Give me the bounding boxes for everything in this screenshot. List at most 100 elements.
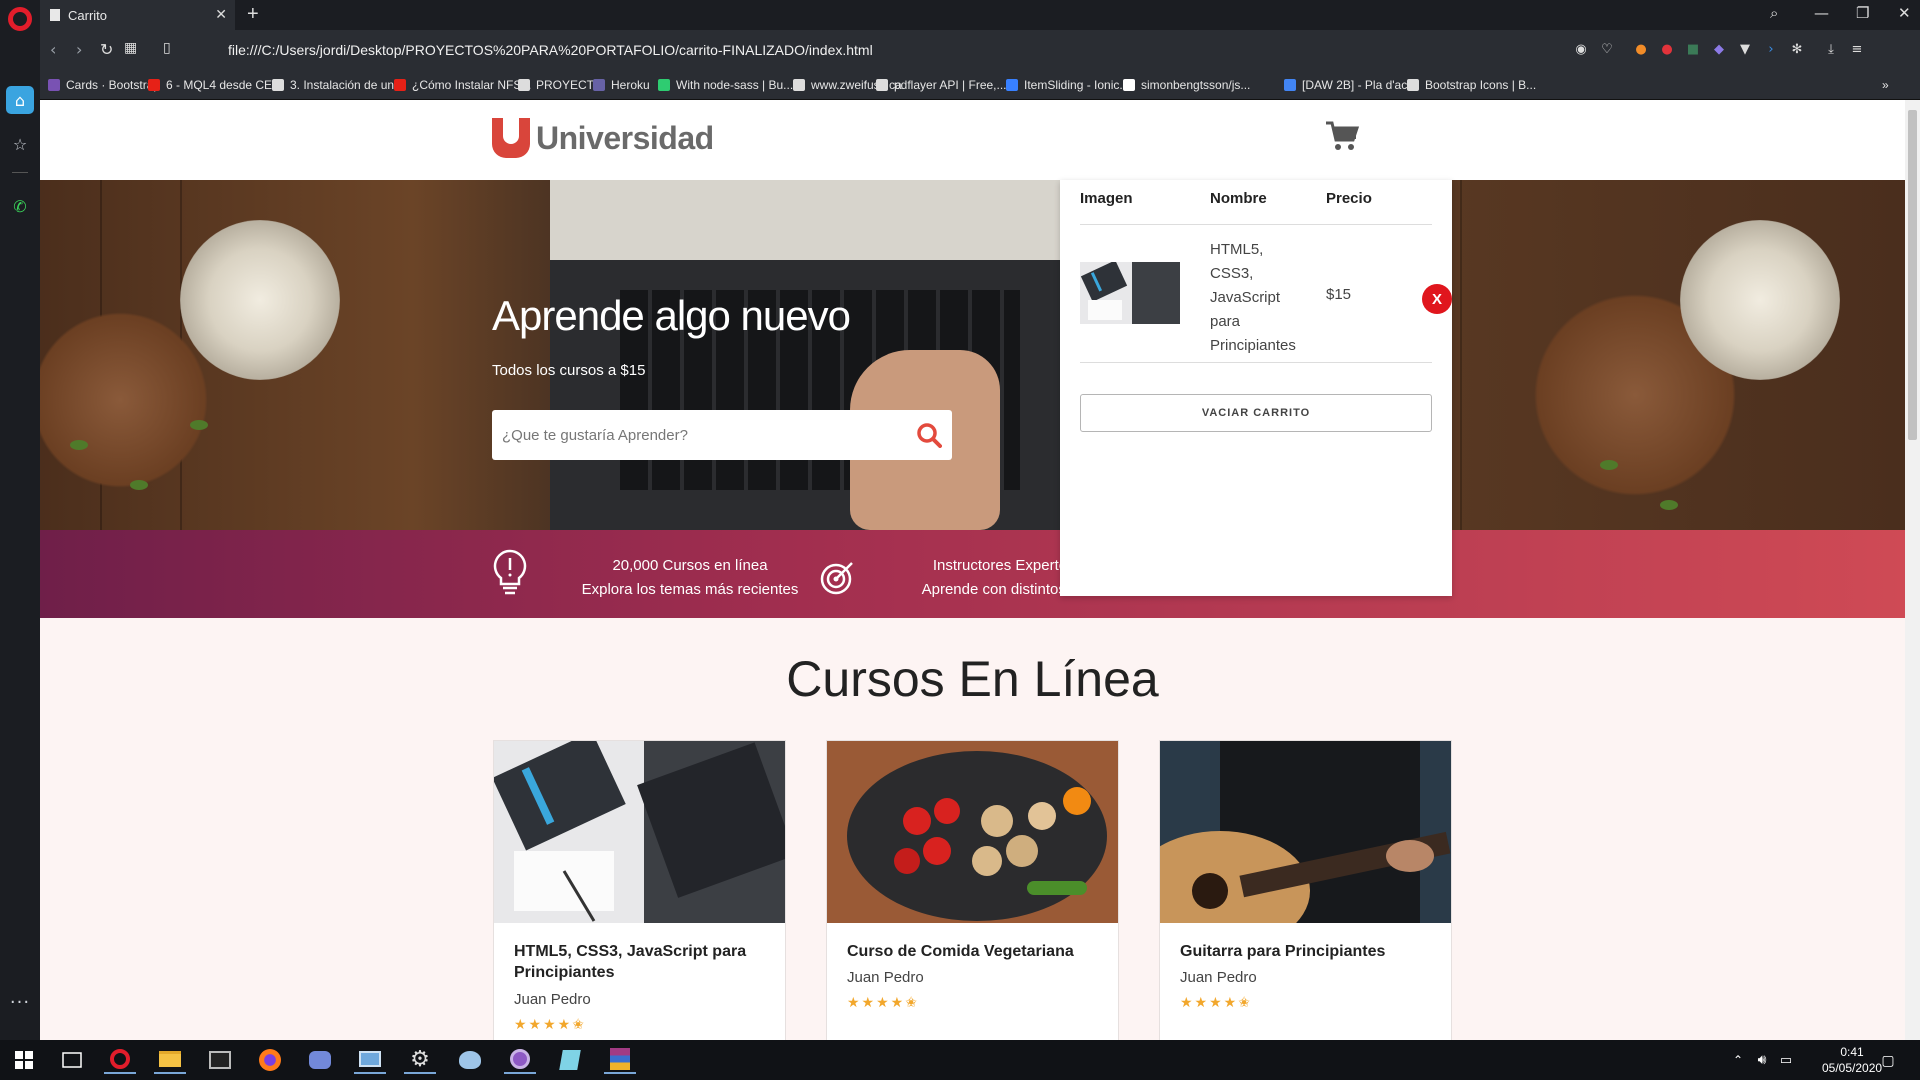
cart-item-name: HTML5, CSS3, JavaScript para Principiant… <box>1210 241 1296 354</box>
course-title: HTML5, CSS3, JavaScript para Principiant… <box>514 943 747 981</box>
opera-logo-icon[interactable] <box>8 7 32 31</box>
course-image-guitar <box>1160 741 1451 923</box>
bookmark-item[interactable]: Heroku <box>593 77 650 93</box>
bookmarks-star-icon[interactable]: ☆ <box>6 130 34 158</box>
download-icon[interactable]: ⤓ <box>1822 40 1840 58</box>
opera-sidebar: ⌂ ☆ ✆ ··· <box>0 0 40 1040</box>
firefox-icon[interactable] <box>254 1046 286 1074</box>
notifications-icon[interactable]: ▢ <box>1872 1046 1904 1074</box>
bookmark-item[interactable]: With node-sass | Bu... <box>658 77 793 93</box>
tab-carrito[interactable]: Carrito ✕ <box>40 0 235 30</box>
extension-orange-icon[interactable]: ● <box>1632 40 1650 58</box>
rating-stars-icon: ★★★★✬ <box>847 995 919 1011</box>
bookmark-item[interactable]: 3. Instalación de un... <box>272 77 404 93</box>
scrollbar-thumb[interactable] <box>1908 110 1917 440</box>
bookmarks-bar: Cards · Bootstrap 6 - MQL4 desde CE... 3. … <box>40 70 1920 100</box>
search-icon[interactable] <box>916 422 942 448</box>
brand-logo[interactable]: Universidad <box>492 118 714 158</box>
extension-purple-icon[interactable]: ◆ <box>1710 40 1728 58</box>
notes-icon[interactable] <box>554 1046 586 1074</box>
features-banner: 20,000 Cursos en línea Explora los temas… <box>40 530 1905 618</box>
hero-subtitle: Todos los cursos a $15 <box>492 362 646 379</box>
minimize-button[interactable]: — <box>1814 4 1829 22</box>
tab-title: Carrito <box>68 7 108 23</box>
course-card[interactable]: Guitarra para Principiantes Juan Pedro ★… <box>1159 740 1452 1040</box>
winrar-icon[interactable] <box>604 1046 636 1074</box>
target-icon <box>820 562 853 595</box>
cart-header-price: Precio <box>1326 190 1372 207</box>
discord-icon[interactable] <box>304 1046 336 1074</box>
bookmark-label: Cards · Bootstrap <box>66 78 161 92</box>
settings-gear-icon[interactable]: ⚙ <box>404 1046 436 1074</box>
url-field[interactable]: file:///C:/Users/jordi/Desktop/PROYECTOS… <box>228 42 873 58</box>
windows-start-icon[interactable] <box>8 1046 40 1074</box>
course-author: Juan Pedro <box>847 969 924 986</box>
bookmarks-more-button[interactable]: » <box>1882 77 1889 93</box>
network-icon[interactable]: ▭ <box>1770 1046 1802 1074</box>
task-view-icon[interactable] <box>56 1046 88 1074</box>
windows-taskbar: ⚙ ⌃ 🔊︎ ▭ 0:41 05/05/2020 ▢ <box>0 1040 1920 1080</box>
bookmark-item[interactable]: 6 - MQL4 desde CE... <box>148 77 282 93</box>
react-icon[interactable]: ✻ <box>1788 40 1806 58</box>
cart-header-image: Imagen <box>1080 190 1133 207</box>
bookmark-item[interactable]: simonbengtsson/js... <box>1123 77 1250 93</box>
bookmark-item[interactable]: pdflayer API | Free,... <box>876 77 1007 93</box>
heroku-icon <box>593 79 605 91</box>
heart-icon[interactable]: ♡ <box>1598 40 1616 58</box>
menu-icon[interactable]: ≡ <box>1848 40 1866 58</box>
course-card[interactable]: Curso de Comida Vegetariana Juan Pedro ★… <box>826 740 1119 1040</box>
bookmark-item[interactable]: Cards · Bootstrap <box>48 77 160 93</box>
file-explorer-icon[interactable] <box>154 1046 186 1074</box>
vue-devtools-icon[interactable]: ▼ <box>1736 40 1754 58</box>
bookmark-label: 6 - MQL4 desde CE... <box>166 78 283 92</box>
page-info-icon[interactable]: ▯ <box>163 40 171 56</box>
restore-button[interactable]: ❐ <box>1856 4 1869 22</box>
home-icon[interactable]: ⌂ <box>6 86 34 114</box>
search-input[interactable] <box>492 410 892 460</box>
page-icon <box>272 79 284 91</box>
course-title: Curso de Comida Vegetariana <box>847 943 1074 960</box>
more-options-icon[interactable]: ··· <box>6 988 34 1016</box>
page-scrollbar[interactable] <box>1905 100 1920 1040</box>
brand-name: Universidad <box>536 119 714 156</box>
close-tab-icon[interactable]: ✕ <box>215 6 227 23</box>
forward-button[interactable]: › <box>76 40 82 59</box>
bookmark-item[interactable]: ItemSliding - Ionic... <box>1006 77 1129 93</box>
cart-header-name: Nombre <box>1210 190 1267 207</box>
sidebar-divider <box>12 172 28 173</box>
bookmark-label: ¿Cómo Instalar NFS... <box>412 78 532 92</box>
snapshot-icon[interactable]: ◉ <box>1572 40 1590 58</box>
leaf-icon <box>658 79 670 91</box>
purple-app-icon[interactable] <box>504 1046 536 1074</box>
search-tabs-icon[interactable]: ⌕ <box>1770 4 1778 22</box>
remove-item-button[interactable]: X <box>1422 284 1452 314</box>
rating-stars-icon: ★★★★✬ <box>514 1017 586 1033</box>
github-icon <box>1123 79 1135 91</box>
terminal-icon[interactable] <box>204 1046 236 1074</box>
hero-title: Aprende algo nuevo <box>492 292 851 339</box>
tabs-grid-icon[interactable]: ▦ <box>124 40 137 56</box>
hero-section: Aprende algo nuevo Todos los cursos a $1… <box>40 180 1905 530</box>
feature-line2: Explora los temas más recientes <box>581 581 799 598</box>
extension-green-icon[interactable]: ■ <box>1684 40 1702 58</box>
opera-taskbar-icon[interactable] <box>104 1046 136 1074</box>
web-page: Universidad Aprende algo nuevo Todos los… <box>40 100 1905 1040</box>
empty-cart-button[interactable]: VACIAR CARRITO <box>1080 394 1432 432</box>
youtube-icon <box>148 79 160 91</box>
shopping-cart-icon[interactable] <box>1324 118 1360 154</box>
reload-button[interactable]: ↻ <box>100 40 113 59</box>
whatsapp-icon[interactable]: ✆ <box>6 192 34 220</box>
remote-desktop-icon[interactable] <box>354 1046 386 1074</box>
cart-dropdown: Imagen Nombre Precio HTML5, CSS3, JavaSc… <box>1060 180 1452 596</box>
bookmark-item[interactable]: Bootstrap Icons | B... <box>1407 77 1536 93</box>
bookmark-item[interactable]: PROYECTO <box>518 77 603 93</box>
bookmark-item[interactable]: [DAW 2B] - Pla d'ac... <box>1284 77 1417 93</box>
extension-arrow-icon[interactable]: › <box>1762 40 1780 58</box>
new-tab-button[interactable]: + <box>247 3 259 26</box>
close-window-button[interactable]: ✕ <box>1898 4 1911 22</box>
paint-icon[interactable] <box>454 1046 486 1074</box>
bookmark-item[interactable]: ¿Cómo Instalar NFS... <box>394 77 531 93</box>
extension-red-icon[interactable]: ● <box>1658 40 1676 58</box>
back-button[interactable]: ‹ <box>50 40 56 59</box>
course-card[interactable]: HTML5, CSS3, JavaScript para Principiant… <box>493 740 786 1040</box>
